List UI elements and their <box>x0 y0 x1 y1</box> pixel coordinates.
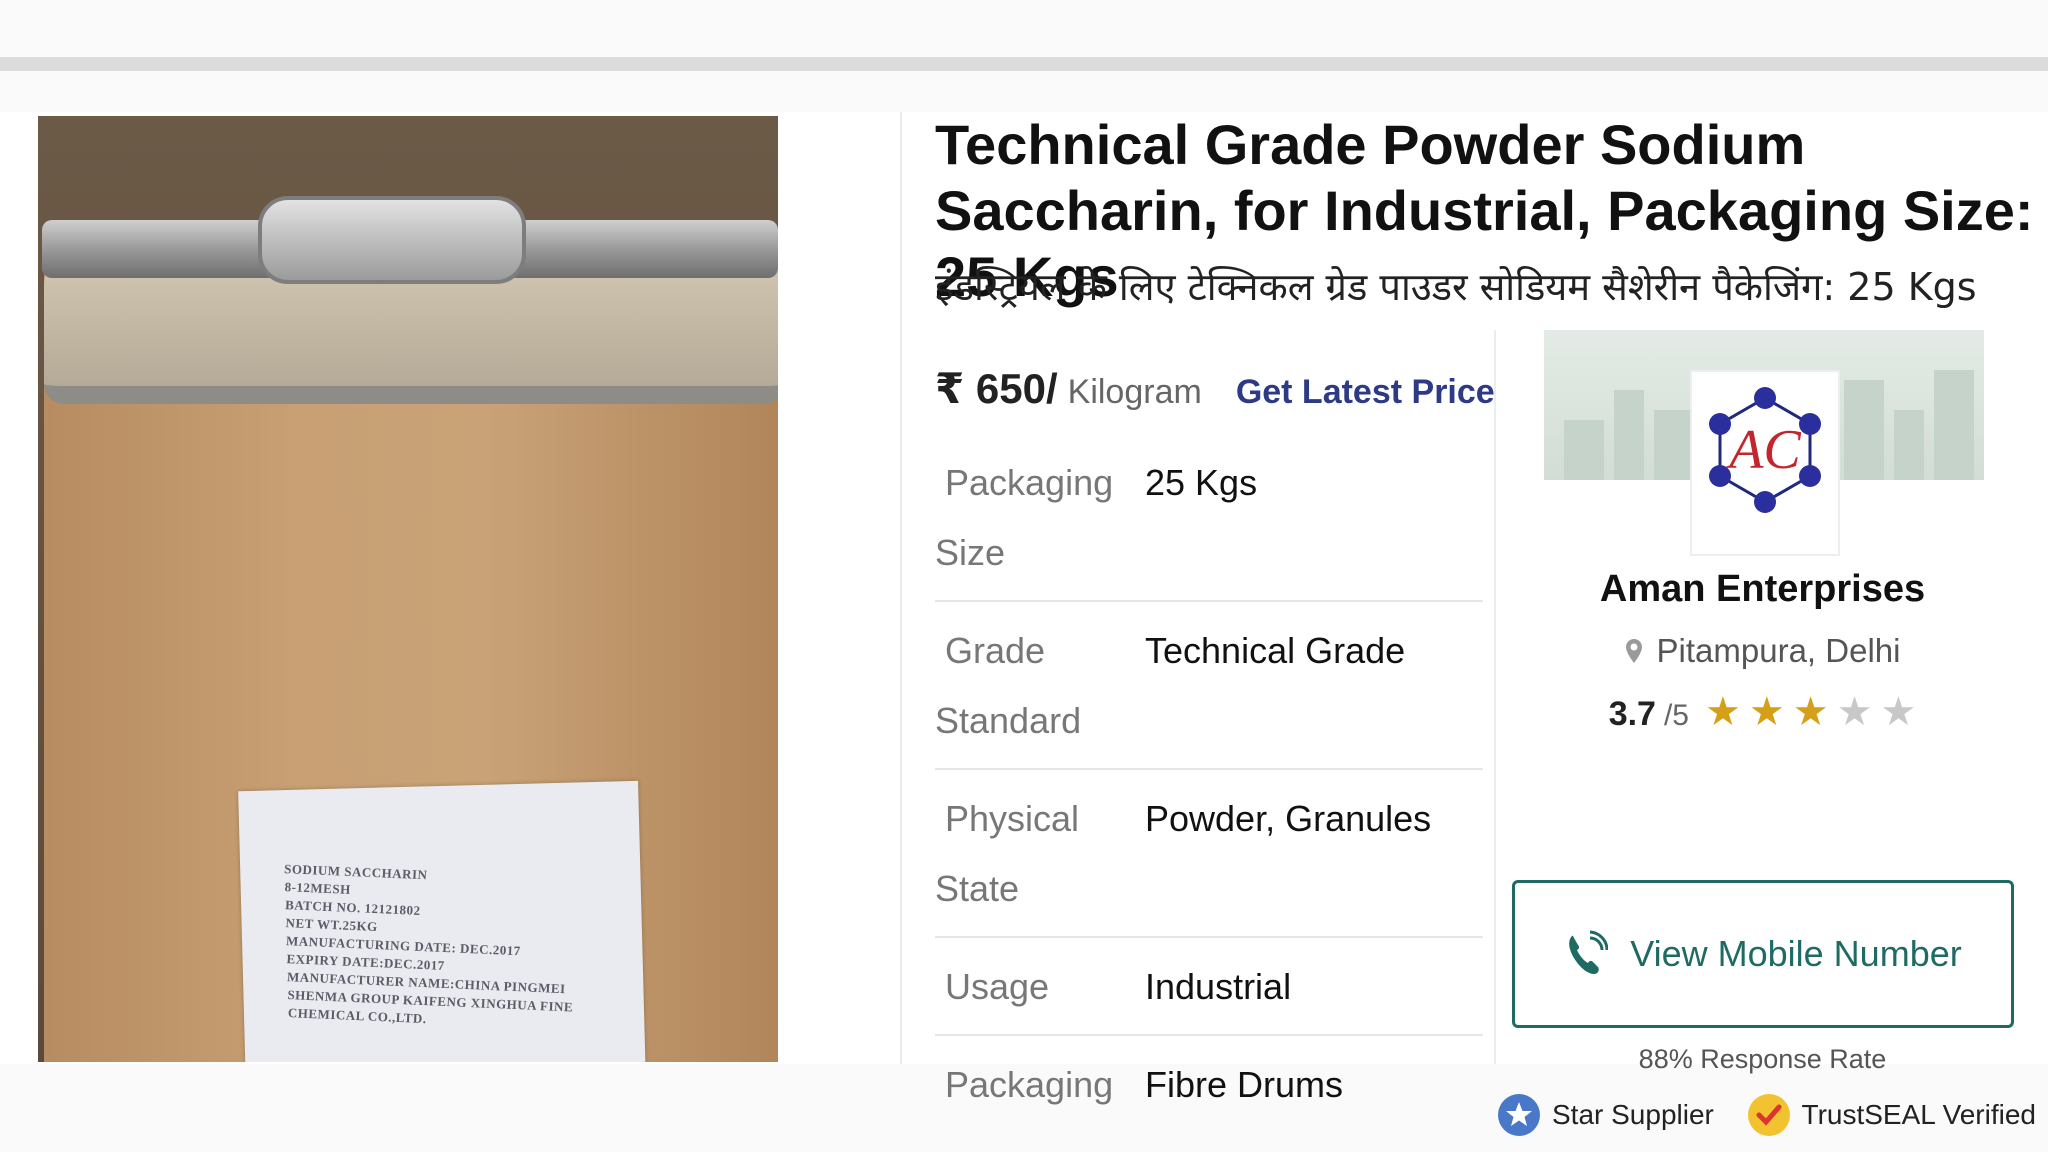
product-title-hindi: इंडस्ट्रियल के लिए टेक्निकल ग्रेड पाउडर … <box>935 265 1977 309</box>
star-supplier-badge: Star Supplier <box>1496 1092 1714 1138</box>
seller-rating: 3.7 /5 ★ ★ ★ ★ ★ <box>1510 692 2015 734</box>
spec-key-line: Physical <box>945 798 1080 839</box>
price-amount: ₹ 650/ <box>935 365 1058 412</box>
spec-value: Technical Grade <box>1145 630 1406 671</box>
seller-badges: Star Supplier TrustSEAL Verified <box>1496 1092 2036 1138</box>
rating-max: /5 <box>1663 699 1689 732</box>
spec-key-line: Packaging <box>945 462 1114 503</box>
spec-value: 25 Kgs <box>1145 462 1258 503</box>
header-divider <box>0 57 2048 71</box>
trustseal-label: TrustSEAL Verified <box>1801 1099 2036 1130</box>
spec-row: Packaging Size 25 Kgs <box>935 434 1483 602</box>
view-mobile-number-label: View Mobile Number <box>1630 933 1962 974</box>
spec-key: Physical State <box>935 784 1145 924</box>
get-latest-price-link[interactable]: Get Latest Price <box>1236 373 1495 412</box>
star-filled-icon: ★ <box>1792 690 1829 734</box>
star-filled-icon: ★ <box>1705 690 1741 734</box>
trustseal-icon <box>1747 1094 1790 1136</box>
star-supplier-label: Star Supplier <box>1552 1099 1714 1130</box>
rating-value: 3.7 <box>1608 695 1656 733</box>
star-filled-icon: ★ <box>1748 690 1785 734</box>
phone-icon <box>1569 930 1609 974</box>
hexagon-logo-icon: AC <box>1709 387 1821 513</box>
star-empty-icon: ★ <box>1880 690 1917 734</box>
spec-key-line: Packaging <box>945 1064 1114 1105</box>
spec-key: Packaging <box>935 1050 1145 1120</box>
skyline-building <box>1564 420 1604 480</box>
seller-name[interactable]: Aman Enterprises <box>1510 568 2015 611</box>
seller-logo[interactable]: AC <box>1690 370 1840 556</box>
spec-key-line: Grade <box>945 630 1046 671</box>
spec-key-line: Size <box>935 532 1006 573</box>
product-detail-section: SODIUM SACCHARIN 8-12MESH BATCH NO. 1212… <box>0 112 2048 1136</box>
seller-column-divider <box>1494 330 1496 1064</box>
drum-label: SODIUM SACCHARIN 8-12MESH BATCH NO. 1212… <box>238 780 646 1062</box>
spec-key-line: Usage <box>945 966 1050 1007</box>
seller-location-text: Pitampura, Delhi <box>1656 632 1901 669</box>
spec-key: Usage <box>935 952 1145 1022</box>
skyline-building <box>1894 410 1924 480</box>
spec-key-line: Standard <box>935 700 1082 741</box>
seller-location: Pitampura, Delhi <box>1510 632 2015 670</box>
price-unit: Kilogram <box>1067 373 1202 411</box>
skyline-building <box>1844 380 1884 480</box>
spec-row: Grade Standard Technical Grade <box>935 602 1483 770</box>
price-row: ₹ 650/ Kilogram Get Latest Price <box>935 364 1495 424</box>
spec-row: Packaging Fibre Drums <box>935 1036 1483 1132</box>
spec-row: Usage Industrial <box>935 938 1483 1036</box>
spec-key: Packaging Size <box>935 448 1145 588</box>
product-image[interactable]: SODIUM SACCHARIN 8-12MESH BATCH NO. 1212… <box>38 116 778 1062</box>
location-pin-icon <box>1625 639 1642 663</box>
spec-value: Powder, Granules <box>1145 798 1432 839</box>
star-supplier-icon <box>1498 1094 1540 1136</box>
product-page: SODIUM SACCHARIN 8-12MESH BATCH NO. 1212… <box>0 0 2048 1152</box>
spec-key-line: State <box>935 868 1020 909</box>
skyline-building <box>1614 390 1644 480</box>
spec-value: Industrial <box>1145 966 1292 1007</box>
drum-clamp <box>258 196 526 284</box>
logo-text: AC <box>1725 419 1801 481</box>
column-divider <box>900 112 902 1064</box>
specs-table: Packaging Size 25 Kgs Grade Standard Tec… <box>935 434 1483 1132</box>
star-empty-icon: ★ <box>1836 690 1873 734</box>
spec-row: Physical State Powder, Granules <box>935 770 1483 938</box>
spec-key: Grade Standard <box>935 616 1145 756</box>
view-mobile-number-button[interactable]: View Mobile Number <box>1512 880 2014 1028</box>
spec-value: Fibre Drums <box>1145 1064 1344 1105</box>
trustseal-badge: TrustSEAL Verified <box>1746 1092 2036 1138</box>
skyline-building <box>1934 370 1974 480</box>
response-rate: 88% Response Rate <box>1638 1044 1887 1074</box>
